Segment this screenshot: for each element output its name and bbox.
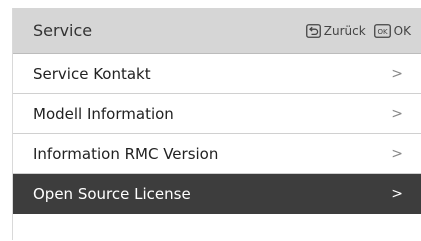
menu-item-label: Service Kontakt [33,64,151,83]
back-label: Zurück [323,23,366,38]
chevron-right-icon: > [391,145,403,162]
chevron-right-icon: > [391,185,403,202]
menu-item-service-kontakt[interactable]: Service Kontakt > [13,54,421,94]
ok-label: OK [393,23,411,38]
menu-item-label: Modell Information [33,104,174,123]
service-menu-list: Service Kontakt > Modell Information > I… [13,54,421,214]
ok-icon-text: OK [377,28,388,36]
service-screen: Service Zurück OK OK Service Kontakt > M… [12,8,421,241]
menu-item-open-source-license[interactable]: Open Source License > [13,174,421,214]
menu-item-information-rmc-version[interactable]: Information RMC Version > [13,134,421,174]
menu-item-modell-information[interactable]: Modell Information > [13,94,421,134]
page-title: Service [33,21,93,40]
menu-item-label: Information RMC Version [33,144,219,163]
back-button[interactable]: Zurück [305,23,366,38]
menu-item-label: Open Source License [33,184,191,203]
empty-list-area [13,214,421,241]
ok-icon: OK [373,23,391,38]
chevron-right-icon: > [391,65,403,82]
header-actions: Zurück OK OK [305,23,411,38]
back-icon [305,23,321,38]
header-bar: Service Zurück OK OK [13,8,421,54]
chevron-right-icon: > [391,105,403,122]
ok-button[interactable]: OK OK [373,23,411,38]
